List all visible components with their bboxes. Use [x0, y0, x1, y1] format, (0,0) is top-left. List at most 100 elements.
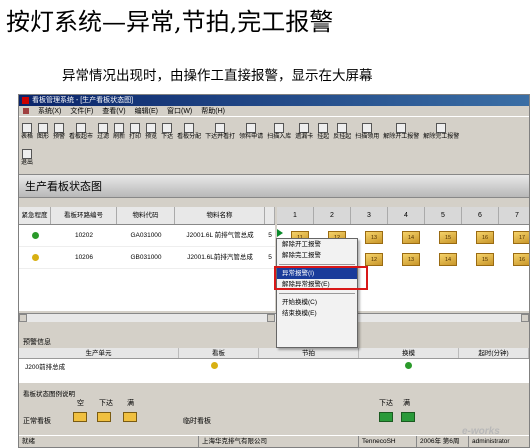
kanban-card[interactable]: 13	[365, 231, 383, 244]
kanban-card[interactable]: 14	[439, 253, 457, 266]
legend-full-label: 满	[127, 400, 134, 407]
table-row[interactable]: 10206 GB031000 J2001.6L前排汽管总成 5	[19, 247, 275, 269]
toolbar-button[interactable]: 扫描领用	[355, 120, 379, 141]
kanban-card[interactable]: 15	[476, 253, 494, 266]
toolbar-icon	[246, 123, 257, 133]
toolbar-button[interactable]: 解除开工报警	[383, 120, 419, 141]
toolbar-button-label: 预览	[145, 134, 158, 140]
ctx-separator	[279, 293, 355, 294]
status-cell	[19, 247, 51, 268]
menu-window[interactable]: 窗口(W)	[167, 106, 192, 116]
toolbar-button[interactable]: 退出	[21, 146, 33, 167]
alarm-changeover-green-icon	[405, 362, 412, 369]
toolbar-button[interactable]: 挂起	[317, 120, 329, 141]
toolbar-icon	[54, 123, 65, 133]
material-code: GB031000	[130, 254, 162, 261]
kanban-card[interactable]: 12	[365, 253, 383, 266]
kanban-column-6[interactable]: 6	[462, 207, 499, 224]
toolbar-button[interactable]: 刷新	[113, 120, 125, 141]
highlight-box	[274, 266, 368, 290]
ctx-clear-start-alarm[interactable]: 解除开工报警	[277, 239, 357, 250]
col-material-code[interactable]: 物料代码	[117, 207, 175, 224]
alarm-row[interactable]: J200前排总成	[25, 361, 65, 371]
kanban-card[interactable]: 17	[513, 231, 529, 244]
toolbar-button[interactable]: 过滤	[97, 120, 109, 141]
menu-help[interactable]: 帮助(H)	[201, 106, 225, 116]
toolbar-button[interactable]: 看板超市	[69, 120, 93, 141]
toolbar-button-label: 领料申请	[239, 134, 264, 140]
watermark-logo: e-works	[462, 426, 500, 437]
kanban-card[interactable]: 15	[439, 231, 457, 244]
toolbar-button-label: 下达	[161, 134, 174, 140]
ctx-clear-finish-alarm[interactable]: 解除完工报警	[277, 250, 357, 261]
kanban-card[interactable]: 16	[476, 231, 494, 244]
menu-file[interactable]: 文件(F)	[70, 106, 93, 116]
window-title: 看板管理系统 - [生产看板状态图]	[32, 97, 134, 104]
toolbar-button[interactable]: 表格	[21, 120, 33, 141]
toolbar-icon	[114, 123, 125, 133]
toolbar-icon	[98, 123, 109, 133]
toolbar-button[interactable]: 图形	[37, 120, 49, 141]
col-material-name[interactable]: 物料名称	[175, 207, 265, 224]
legend-title: 看板状态图例说明	[23, 391, 75, 398]
ctx-separator	[279, 264, 355, 265]
kanban-column-3[interactable]: 3	[351, 207, 388, 224]
toolbar-icon	[318, 123, 329, 133]
toolbar-button[interactable]: 预警	[53, 120, 65, 141]
toolbar-button-label: 看板超市	[69, 134, 94, 140]
kanban-card[interactable]: 14	[402, 231, 420, 244]
toolbar-icon	[215, 123, 226, 133]
toolbar-button[interactable]: 扫描入库	[267, 120, 291, 141]
toolbar-button[interactable]: 打印	[129, 120, 141, 141]
kanban-column-7[interactable]: 7	[499, 207, 529, 224]
legend-issued-label: 下达	[99, 400, 113, 407]
menu-view[interactable]: 查看(V)	[102, 106, 125, 116]
col-qty[interactable]	[265, 207, 275, 224]
toolbar-button-label: 遗漏卡	[295, 134, 314, 140]
kanban-column-2[interactable]: 2	[314, 207, 351, 224]
kanban-column-4[interactable]: 4	[388, 207, 425, 224]
toolbar-icon	[22, 123, 32, 133]
toolbar-button[interactable]: 领料申请	[239, 120, 263, 141]
menu-system[interactable]: 系统(X)	[38, 106, 61, 116]
toolbar-icon	[22, 149, 32, 159]
status-user: TennecoSH	[359, 436, 417, 447]
toolbar-button-label: 过滤	[97, 134, 110, 140]
col-urgency[interactable]: 紧急程度	[19, 207, 51, 224]
ctx-end-changeover[interactable]: 结束换模(E)	[277, 308, 357, 319]
toolbar-button[interactable]: 反挂起	[333, 120, 351, 141]
kanban-column-1[interactable]: 1	[277, 207, 314, 224]
toolbar-icon	[146, 123, 157, 133]
toolbar-icon	[76, 123, 87, 133]
toolbar-button[interactable]: 下达	[161, 120, 173, 141]
scroll-right-icon[interactable]	[521, 314, 529, 322]
kanban-card[interactable]: 16	[513, 253, 529, 266]
toolbar-button[interactable]: 下达并看打	[205, 120, 235, 141]
toolbar-button[interactable]: 解除完工报警	[423, 120, 459, 141]
toolbar-button-label: 表格	[21, 134, 34, 140]
menu-edit[interactable]: 编辑(E)	[135, 106, 158, 116]
kanban-column-header: 12345678	[277, 207, 529, 225]
legend-empty-box-icon	[73, 412, 87, 422]
qty: 5	[268, 232, 272, 239]
horizontal-scrollbar[interactable]	[19, 313, 529, 322]
toolbar-button[interactable]: 看板分配	[177, 120, 201, 141]
toolbar-button-label: 扫描入库	[267, 134, 292, 140]
loop-code: 10202	[74, 232, 94, 239]
legend-temp-label: 临时看板	[183, 418, 211, 425]
toolbar-button[interactable]: 预览	[145, 120, 157, 141]
col-loop-code[interactable]: 看板环路编号	[51, 207, 117, 224]
kanban-column-5[interactable]: 5	[425, 207, 462, 224]
system-menu-icon[interactable]	[23, 108, 29, 114]
toolbar-icon	[274, 123, 285, 133]
scroll-left-icon[interactable]	[19, 314, 27, 322]
toolbar-row-1: 表格 图形 预警 看板超市 过滤 刷新 打印 预览 下达 看板分配 下达并看打 领料申请 扫描入库 遗漏卡…	[21, 120, 463, 141]
kanban-card[interactable]: 13	[402, 253, 420, 266]
toolbar-button-label: 刷新	[113, 134, 126, 140]
table-row[interactable]: 10202 GA031000 J2001.6L 前排气管总成 5	[19, 225, 275, 247]
toolbar-button-label: 扫描领用	[355, 134, 380, 140]
scroll-right-icon[interactable]	[267, 314, 275, 322]
toolbar-button[interactable]: 遗漏卡	[295, 120, 313, 141]
ctx-start-changeover[interactable]: 开始换模(C)	[277, 297, 357, 308]
grid-header: 紧急程度 看板环路编号 物料代码 物料名称	[19, 207, 275, 225]
